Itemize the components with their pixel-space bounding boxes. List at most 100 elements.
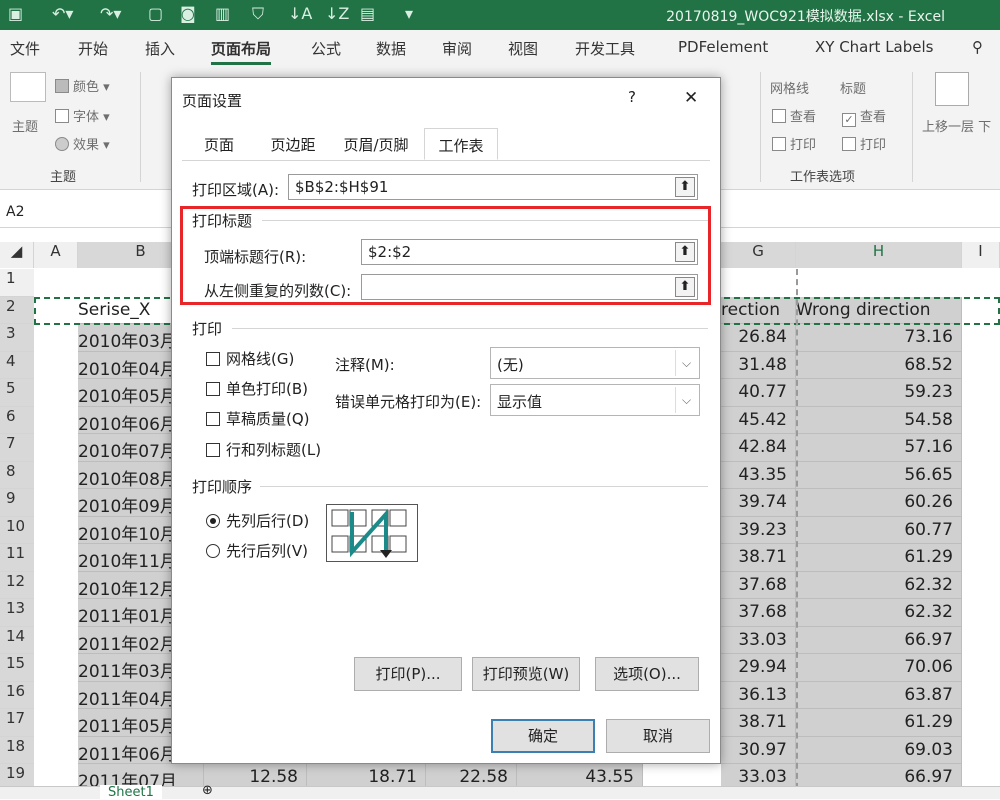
fonts-button[interactable]: 字体 ▾	[55, 106, 110, 125]
tab-sheet[interactable]: 工作表	[424, 128, 498, 160]
tab-pdfelement[interactable]: PDFelement	[678, 38, 768, 56]
row-col-headings-checkbox[interactable]: 行和列标题(L)	[206, 439, 321, 460]
value-cell-h[interactable]: 68.52	[796, 351, 962, 379]
row-header[interactable]: 3	[0, 324, 34, 352]
row-header[interactable]: 12	[0, 571, 34, 599]
form-icon[interactable]: ▤	[360, 4, 375, 23]
row-header[interactable]: 9	[0, 489, 34, 517]
value-cell-g[interactable]: 36.13	[721, 681, 796, 709]
value-cell-g[interactable]: 31.48	[721, 351, 796, 379]
print-preview-button[interactable]: 打印预览(W)	[472, 657, 580, 691]
ok-button[interactable]: 确定	[491, 719, 595, 753]
tab-developer[interactable]: 开发工具	[575, 38, 635, 59]
row-header[interactable]: 2	[0, 296, 34, 324]
value-cell-g[interactable]: 45.42	[721, 406, 796, 434]
row-header[interactable]: 16	[0, 681, 34, 709]
value-cell-g[interactable]: 37.68	[721, 599, 796, 627]
chart-icon[interactable]: ▥	[215, 4, 230, 23]
close-icon[interactable]: ✕	[684, 88, 698, 108]
tab-margins[interactable]: 页边距	[258, 128, 328, 160]
draft-quality-checkbox[interactable]: 草稿质量(Q)	[206, 408, 310, 429]
value-cell-h[interactable]: 57.16	[796, 434, 962, 462]
headings-view-checkbox[interactable]: ✓ 查看	[842, 106, 886, 127]
cancel-button[interactable]: 取消	[606, 719, 710, 753]
tab-file[interactable]: 文件	[10, 38, 40, 59]
tab-home[interactable]: 开始	[78, 38, 108, 59]
customize-quick-access-icon[interactable]: ▾	[405, 4, 413, 23]
value-cell-g[interactable]: 38.71	[721, 544, 796, 572]
value-cell-h[interactable]: 59.23	[796, 379, 962, 407]
new-file-icon[interactable]: ▢	[148, 4, 163, 23]
column-header-g[interactable]: G	[721, 242, 796, 268]
print-button[interactable]: 打印(P)...	[354, 657, 462, 691]
over-then-down-radio[interactable]: 先行后列(V)	[206, 540, 308, 561]
header-cell-wrong-direction[interactable]: Wrong direction	[796, 296, 962, 324]
tab-page-layout[interactable]: 页面布局	[211, 38, 272, 65]
row-header[interactable]: 4	[0, 351, 34, 379]
tab-view[interactable]: 视图	[508, 38, 538, 59]
sheet-tab-sheet1[interactable]: Sheet1	[100, 785, 162, 800]
sort-asc-icon[interactable]: ↓A	[288, 4, 312, 23]
value-cell-g[interactable]: 38.71	[721, 709, 796, 737]
options-button[interactable]: 选项(O)...	[595, 657, 699, 691]
header-cell-right-direction[interactable]: rection	[721, 296, 796, 324]
tab-formulas[interactable]: 公式	[311, 38, 341, 59]
print-area-input[interactable]: $B$2:$H$91 ⬆	[288, 174, 698, 200]
tab-page[interactable]: 页面	[190, 128, 248, 160]
value-cell-g[interactable]: 37.68	[721, 571, 796, 599]
value-cell-h[interactable]: 60.77	[796, 516, 962, 544]
add-sheet-icon[interactable]: ⊕	[202, 783, 213, 798]
value-cell-h[interactable]: 60.26	[796, 489, 962, 517]
value-cell-h[interactable]: 63.87	[796, 681, 962, 709]
gridlines-print-checkbox[interactable]: 打印	[772, 134, 816, 153]
undo-icon[interactable]: ↶▾	[52, 4, 73, 23]
value-cell-h[interactable]: 54.58	[796, 406, 962, 434]
row-header[interactable]: 14	[0, 626, 34, 654]
row-header[interactable]: 11	[0, 544, 34, 572]
value-cell-h[interactable]: 61.29	[796, 544, 962, 572]
row-header[interactable]: 17	[0, 709, 34, 737]
down-then-over-radio[interactable]: 先列后行(D)	[206, 510, 309, 531]
column-header-i[interactable]: I	[962, 242, 1000, 268]
value-cell-g[interactable]: 33.03	[721, 626, 796, 654]
value-cell-h[interactable]: 70.06	[796, 654, 962, 682]
row-header[interactable]: 5	[0, 379, 34, 407]
save-icon[interactable]: ▣	[8, 4, 23, 23]
value-cell-h[interactable]: 56.65	[796, 461, 962, 489]
bring-forward-button[interactable]: 上移一层 下	[922, 116, 991, 135]
tab-review[interactable]: 审阅	[442, 38, 472, 59]
camera-icon[interactable]: ◙	[180, 4, 196, 23]
value-cell-h[interactable]: 61.29	[796, 709, 962, 737]
value-cell-g[interactable]: 26.84	[721, 324, 796, 352]
value-cell-h[interactable]: 66.97	[796, 626, 962, 654]
themes-icon[interactable]	[10, 72, 46, 102]
headings-print-checkbox[interactable]: 打印	[842, 134, 886, 153]
redo-icon[interactable]: ↷▾	[100, 4, 121, 23]
tab-xy-chart-labels[interactable]: XY Chart Labels	[815, 38, 933, 56]
select-all-corner[interactable]: ◢	[0, 242, 34, 268]
themes-button[interactable]: 主题	[12, 116, 38, 135]
column-header-a[interactable]: A	[34, 242, 78, 268]
row-header[interactable]: 7	[0, 434, 34, 462]
value-cell-g[interactable]: 30.97	[721, 736, 796, 764]
cell-errors-select[interactable]: 显示值 ⌵	[490, 384, 700, 416]
tab-header-footer[interactable]: 页眉/页脚	[336, 128, 416, 160]
search-icon[interactable]: ⚲	[972, 38, 983, 56]
value-cell-g[interactable]: 29.94	[721, 654, 796, 682]
row-header[interactable]: 10	[0, 516, 34, 544]
value-cell-h[interactable]: 73.16	[796, 324, 962, 352]
colors-button[interactable]: 颜色 ▾	[55, 76, 110, 95]
black-white-checkbox[interactable]: 单色打印(B)	[206, 378, 308, 399]
value-cell-h[interactable]: 69.03	[796, 736, 962, 764]
row-header[interactable]: 15	[0, 654, 34, 682]
row-header[interactable]: 1	[0, 269, 34, 297]
sort-desc-icon[interactable]: ↓Z	[325, 4, 349, 23]
row-header[interactable]: 8	[0, 461, 34, 489]
gridlines-checkbox[interactable]: 网格线(G)	[206, 348, 294, 369]
value-cell-g[interactable]: 42.84	[721, 434, 796, 462]
value-cell-g[interactable]: 43.35	[721, 461, 796, 489]
collapse-dialog-icon[interactable]: ⬆	[675, 177, 695, 197]
filter-icon[interactable]: ⛉	[252, 4, 264, 24]
value-cell-g[interactable]: 39.23	[721, 516, 796, 544]
name-box[interactable]: A2	[0, 200, 60, 228]
